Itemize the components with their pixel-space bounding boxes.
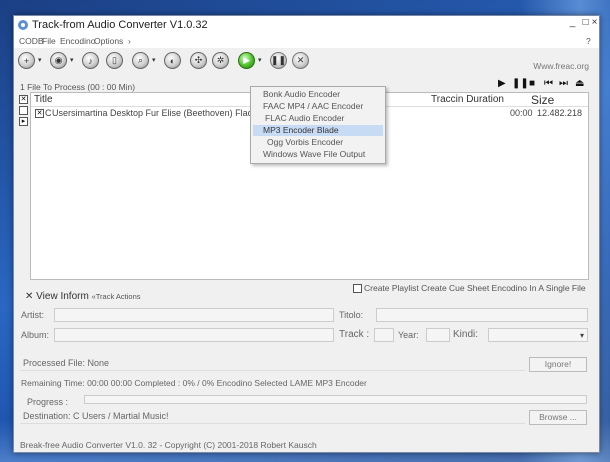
close-icon: ✕ [296, 55, 305, 65]
add-files-button[interactable]: + [18, 52, 35, 69]
status-bar: Break-free Audio Converter V1.0. 32 - Co… [14, 440, 599, 452]
app-window: Track-from Audio Converter V1.0.32 _ □ ×… [13, 15, 600, 453]
app-icon [18, 20, 28, 30]
play-icon: ▶ [243, 55, 250, 65]
menu-item-wave[interactable]: Windows Wave File Output [253, 149, 383, 160]
menu-item-ogg[interactable]: Ogg Vorbis Encoder [253, 137, 383, 148]
eject-icon[interactable]: ⏏ [575, 78, 584, 89]
artist-label: Artist: [21, 310, 45, 320]
tab-track-actions[interactable]: «Track Actions [92, 292, 141, 301]
progress-bar [84, 395, 587, 404]
processed-file-label: Processed File: None [23, 358, 110, 368]
chevron-down-icon[interactable]: ▾ [258, 56, 262, 64]
toolbar: + ▾ ◉ ▾ ♪ ▯ ⌕ ▾ ◐ ✣ ✲ ▶ ▾ ❚❚ ✕ [14, 50, 599, 74]
title-label: Titolo: [339, 310, 364, 320]
files-count-label: 1 File To Process (00 : 00 Min) [20, 82, 136, 92]
ignore-button[interactable]: Ignore! [529, 357, 587, 372]
row-title: Usersimartina Desktop Fur Elise (Beethov… [52, 108, 253, 118]
menu-help[interactable]: ? [586, 36, 591, 46]
start-encoding-button[interactable]: ▶ [238, 52, 255, 69]
row-time: 00:00 [510, 108, 533, 118]
cddb-query-button[interactable]: ⌕ [132, 52, 149, 69]
configure-button[interactable]: ✣ [190, 52, 207, 69]
document-icon: ▯ [112, 55, 117, 65]
menu-options[interactable]: Options [94, 36, 123, 46]
stop-icon[interactable]: ■ [529, 78, 535, 89]
album-label: Album: [21, 330, 50, 340]
row-size: 12.482.218 [537, 108, 583, 118]
menu-codb[interactable]: CODB [19, 36, 44, 46]
globe-icon: ◐ [169, 55, 176, 66]
column-track-duration[interactable]: Traccin Duration [431, 94, 504, 105]
row-checkbox[interactable]: ✕ [35, 109, 44, 118]
next-track-icon[interactable]: ⏭ [559, 78, 568, 89]
tab-inform[interactable]: Inform [60, 291, 88, 302]
play-icon[interactable]: ▶ [498, 78, 506, 89]
menu-item-mp3[interactable]: MP3 Encoder Blade [253, 125, 383, 136]
title-field[interactable] [376, 308, 588, 322]
menu-item-flac[interactable]: FLAC Audio Encoder [253, 113, 383, 124]
track-label: Track : [339, 329, 370, 340]
settings-button[interactable]: ✲ [212, 52, 229, 69]
pause-icon[interactable]: ❚❚ [512, 78, 529, 89]
add-cd-button[interactable]: ◉ [50, 52, 67, 69]
column-title[interactable]: Title [34, 94, 53, 105]
search-icon: ⌕ [137, 55, 144, 65]
playlist-options-label[interactable]: Create Playlist Create Cue Sheet Encodin… [364, 283, 586, 293]
menu-item-bonk[interactable]: Bonk Audio Encoder [253, 89, 383, 100]
kind-label: Kindi: [453, 329, 479, 340]
cddb-submit-button[interactable]: ◐ [164, 52, 181, 69]
destination-field[interactable]: Destination: C Users / Martial Music! [20, 410, 525, 424]
track-field[interactable] [374, 328, 394, 342]
select-none-checkbox[interactable] [19, 106, 28, 115]
chevron-down-icon: ▾ [579, 331, 584, 340]
browse-button[interactable]: Browse ... [529, 410, 587, 425]
artist-field[interactable] [54, 308, 334, 322]
gear-icon: ✲ [216, 55, 225, 65]
playlist-checkbox[interactable] [353, 284, 362, 293]
album-field[interactable] [54, 328, 334, 342]
menu-bar: CODB File Encodino Options › ? [14, 35, 599, 48]
website-link[interactable]: Www.freac.org [533, 61, 589, 71]
menu-encodino[interactable]: Encodino [60, 36, 95, 46]
add-icon: + [23, 55, 30, 66]
remove-files-button[interactable]: ♪ [82, 52, 99, 69]
progress-label: Progress : [27, 397, 69, 407]
encoder-dropdown-menu: Bonk Audio Encoder FAAC MP4 / AAC Encode… [250, 86, 386, 164]
chevron-down-icon[interactable]: ▾ [38, 56, 42, 64]
tools-icon: ✣ [194, 55, 203, 65]
menu-more[interactable]: › [128, 36, 131, 46]
cd-icon: ◉ [54, 55, 63, 65]
toggle-selection-checkbox[interactable]: ▸ [19, 117, 28, 126]
select-all-checkbox[interactable]: ✕ [19, 95, 28, 104]
chevron-down-icon[interactable]: ▾ [70, 56, 74, 64]
row-prefix: C [45, 108, 52, 118]
status-text: Break-free Audio Converter V1.0. 32 - Co… [20, 440, 317, 450]
chevron-down-icon[interactable]: ▾ [152, 56, 156, 64]
pause-encoding-button[interactable]: ❚❚ [270, 52, 287, 69]
processed-file-field: Processed File: None [20, 357, 525, 371]
stop-encoding-button[interactable]: ✕ [292, 52, 309, 69]
tab-bar: ✕ View Inform «Track Actions [25, 291, 141, 302]
year-label: Year: [398, 330, 419, 340]
destination-label: Destination: C Users / Martial Music! [23, 411, 169, 421]
minimize-button[interactable]: _ [567, 17, 578, 28]
pause-icon: ❚❚ [270, 55, 287, 65]
menu-item-faac[interactable]: FAAC MP4 / AAC Encoder [253, 101, 383, 112]
previous-track-icon[interactable]: ⏮ [544, 78, 553, 89]
tab-close-icon[interactable]: ✕ [25, 291, 33, 302]
close-button[interactable]: × [589, 17, 600, 28]
kind-select[interactable]: ▾ [488, 328, 588, 342]
year-field[interactable] [426, 328, 450, 342]
tab-view[interactable]: View [36, 291, 58, 302]
window-title: Track-from Audio Converter V1.0.32 [32, 19, 208, 31]
title-bar: Track-from Audio Converter V1.0.32 _ □ × [14, 16, 599, 35]
column-size[interactable]: Size [531, 93, 554, 107]
menu-file[interactable]: File [42, 36, 56, 46]
remaining-time-line: Remaining Time: 00:00 00:00 Completed : … [21, 378, 367, 388]
remove-icon: ♪ [88, 55, 93, 66]
clear-list-button[interactable]: ▯ [106, 52, 123, 69]
